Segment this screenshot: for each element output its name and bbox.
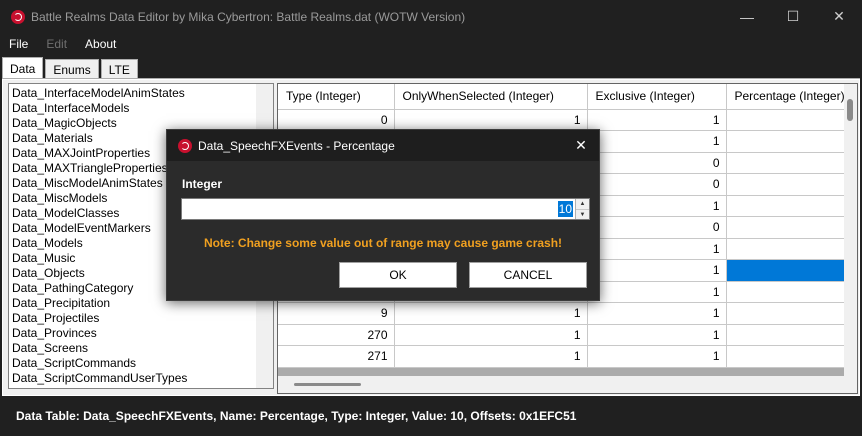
edit-value-dialog: Data_SpeechFXEvents - Percentage ✕ Integ… xyxy=(166,129,600,301)
column-header-onlywhenselected[interactable]: OnlyWhenSelected (Integer) xyxy=(394,84,588,110)
grid-cell[interactable]: 1 xyxy=(587,130,727,153)
column-header-exclusive[interactable]: Exclusive (Integer) xyxy=(587,84,727,110)
tab-data[interactable]: Data xyxy=(2,57,44,79)
list-item[interactable]: Data_Screens xyxy=(12,341,257,356)
spinbox-buttons: ▲ ▼ xyxy=(575,199,589,219)
grid-cell[interactable]: 1 xyxy=(587,238,727,260)
ok-button[interactable]: OK xyxy=(339,262,457,288)
dialog-close-button[interactable]: ✕ xyxy=(563,130,599,161)
status-bar: Data Table: Data_SpeechFXEvents, Name: P… xyxy=(0,396,862,436)
dialog-title-bar[interactable]: Data_SpeechFXEvents - Percentage ✕ xyxy=(167,130,599,161)
spin-up-icon[interactable]: ▲ xyxy=(576,199,589,209)
list-item[interactable]: Data_Projectiles xyxy=(12,311,257,326)
grid-cell[interactable] xyxy=(726,345,847,368)
grid-cell[interactable] xyxy=(726,173,847,196)
value-spinbox[interactable]: 10 ▲ ▼ xyxy=(181,198,590,220)
grid-cell[interactable] xyxy=(726,152,847,174)
title-bar[interactable]: Battle Realms Data Editor by Mika Cybert… xyxy=(0,0,862,33)
maximize-button[interactable]: ☐ xyxy=(770,0,816,33)
minimize-button[interactable]: — xyxy=(724,0,770,33)
value-type-label: Integer xyxy=(182,177,223,191)
main-window: Battle Realms Data Editor by Mika Cybert… xyxy=(0,0,862,436)
grid-cell[interactable]: 1 xyxy=(587,281,727,303)
grid-cell[interactable]: 270 xyxy=(278,324,395,346)
cancel-button[interactable]: CANCEL xyxy=(469,262,587,288)
menu-file[interactable]: File xyxy=(0,37,37,51)
tab-enums[interactable]: Enums xyxy=(45,59,99,79)
value-input[interactable]: 10 xyxy=(557,201,573,217)
window-controls: — ☐ ✕ xyxy=(724,0,862,33)
table-row: 271 1 1 xyxy=(278,345,847,368)
list-item[interactable]: Data_ScriptCommands xyxy=(12,356,257,371)
grid-cell[interactable]: 1 xyxy=(587,324,727,346)
app-logo-icon xyxy=(11,9,25,24)
grid-horizontal-scrollbar[interactable] xyxy=(278,376,857,393)
grid-cell[interactable]: 1 xyxy=(394,302,588,325)
grid-cell[interactable]: 0 xyxy=(587,173,727,196)
tab-lte[interactable]: LTE xyxy=(100,59,138,79)
grid-horizontal-scroll-thumb[interactable] xyxy=(294,383,361,386)
list-item[interactable]: Data_Provinces xyxy=(12,326,257,341)
spin-down-icon[interactable]: ▼ xyxy=(576,209,589,219)
grid-cell[interactable]: 1 xyxy=(587,259,727,282)
grid-cell[interactable]: 0 xyxy=(587,152,727,174)
table-row: 011 xyxy=(278,109,847,131)
menu-edit[interactable]: Edit xyxy=(37,37,76,51)
warning-note: Note: Change some value out of range may… xyxy=(203,236,563,250)
grid-cell[interactable]: 1 xyxy=(394,109,588,131)
grid-cell[interactable]: 1 xyxy=(587,109,727,131)
dialog-title: Data_SpeechFXEvents - Percentage xyxy=(198,138,395,153)
grid-cell[interactable] xyxy=(726,109,847,131)
grid-vertical-scrollbar[interactable] xyxy=(844,84,857,378)
grid-cell[interactable]: 0 xyxy=(587,216,727,239)
menu-about[interactable]: About xyxy=(76,37,125,51)
grid-cell[interactable] xyxy=(726,238,847,260)
close-button[interactable]: ✕ xyxy=(816,0,862,33)
status-text: Data Table: Data_SpeechFXEvents, Name: P… xyxy=(16,409,577,423)
list-item[interactable]: Data_ScriptCommandUserTypes xyxy=(12,371,257,386)
grid-cell[interactable]: 9 xyxy=(278,302,395,325)
grid-cell[interactable] xyxy=(726,216,847,239)
grid-vertical-scroll-thumb[interactable] xyxy=(847,99,853,121)
grid-cell[interactable] xyxy=(726,130,847,153)
grid-cell[interactable] xyxy=(726,324,847,346)
grid-cell[interactable]: 0 xyxy=(278,109,395,131)
column-header-type[interactable]: Type (Integer) xyxy=(278,84,395,110)
grid-cell[interactable] xyxy=(726,259,847,282)
window-title: Battle Realms Data Editor by Mika Cybert… xyxy=(31,9,466,24)
grid-cell[interactable] xyxy=(726,195,847,217)
grid-header-row: Type (Integer) OnlyWhenSelected (Integer… xyxy=(278,84,847,110)
grid-cell[interactable] xyxy=(726,302,847,325)
table-row: 911 xyxy=(278,302,847,325)
grid-cell[interactable] xyxy=(726,281,847,303)
list-item[interactable]: Data_InterfaceModels xyxy=(12,101,257,116)
dialog-logo-icon xyxy=(178,138,192,153)
grid-cell[interactable]: 1 xyxy=(587,195,727,217)
list-item[interactable]: Data_InterfaceModelAnimStates xyxy=(12,86,257,101)
grid-cell[interactable]: 1 xyxy=(394,345,588,368)
tab-strip: Data Enums LTE xyxy=(2,57,140,79)
grid-cell[interactable]: 1 xyxy=(394,324,588,346)
table-row: 270 1 1 xyxy=(278,324,847,346)
menu-bar: File Edit About xyxy=(0,33,862,55)
column-header-percentage[interactable]: Percentage (Integer) xyxy=(726,84,847,110)
grid-cell[interactable]: 1 xyxy=(587,345,727,368)
grid-cell[interactable]: 271 xyxy=(278,345,395,368)
grid-cell[interactable]: 1 xyxy=(587,302,727,325)
